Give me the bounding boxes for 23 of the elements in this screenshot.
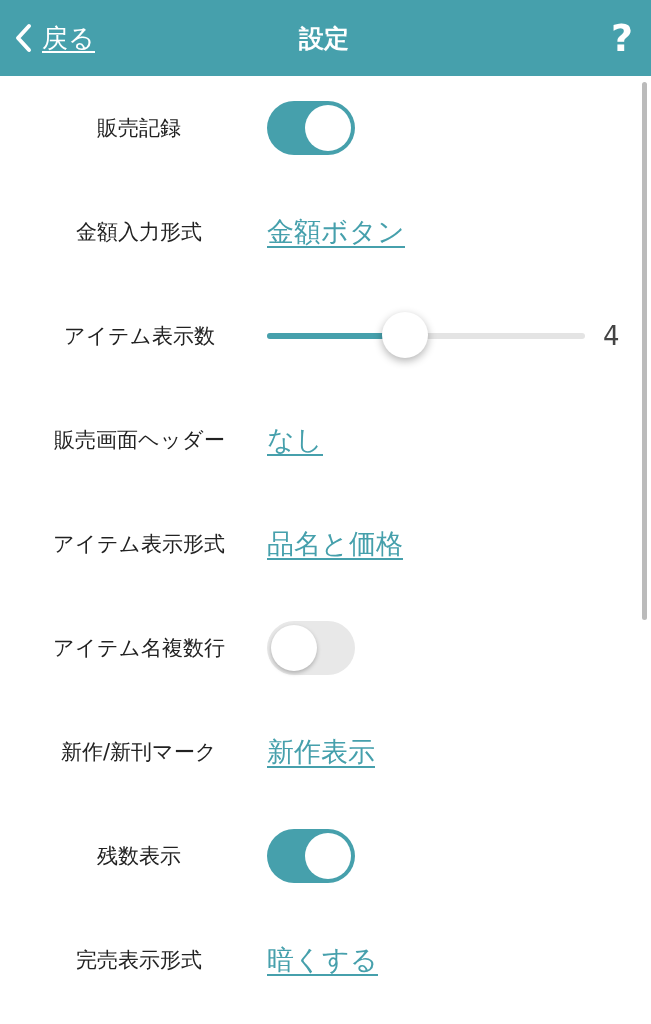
toggle-switch[interactable] bbox=[267, 829, 355, 883]
setting-label: アイテム名複数行 bbox=[52, 635, 226, 662]
setting-label: 販売画面ヘッダー bbox=[52, 427, 226, 454]
option-link[interactable]: 新作表示 bbox=[267, 736, 375, 767]
option-link[interactable]: 品名と価格 bbox=[267, 528, 403, 559]
setting-label: アイテム表示形式 bbox=[52, 531, 226, 558]
toggle-switch[interactable] bbox=[267, 101, 355, 155]
slider-thumb[interactable] bbox=[382, 312, 429, 358]
page-title: 設定 bbox=[298, 22, 349, 55]
setting-label: 完売表示形式 bbox=[75, 947, 203, 974]
setting-label: アイテム表示数 bbox=[62, 323, 216, 350]
back-chevron-icon bbox=[14, 23, 32, 53]
option-link[interactable]: なし bbox=[267, 424, 323, 455]
setting-label: 販売記録 bbox=[96, 115, 182, 142]
toggle-switch[interactable] bbox=[267, 621, 355, 675]
setting-label: 新作/新刊マーク bbox=[59, 739, 219, 766]
help-button[interactable]: ? bbox=[513, 16, 633, 60]
option-link[interactable]: 金額ボタン bbox=[267, 216, 405, 247]
setting-label: 残数表示 bbox=[96, 843, 182, 870]
option-link[interactable]: 暗くする bbox=[267, 944, 378, 975]
setting-label: 金額入力形式 bbox=[75, 219, 203, 246]
slider-value: 4 bbox=[603, 321, 620, 351]
back-link[interactable]: 戻る bbox=[14, 20, 134, 56]
